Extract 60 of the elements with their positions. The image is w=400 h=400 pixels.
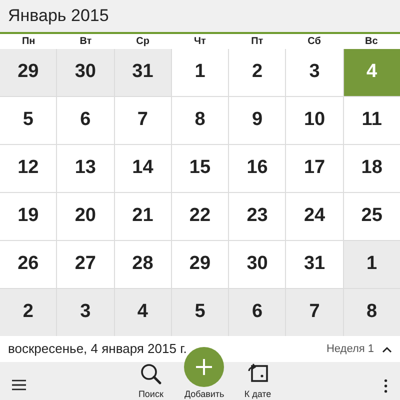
day-cell[interactable]: 20 [57,193,114,240]
more-icon[interactable] [384,378,388,394]
selected-date: воскресенье, 4 января 2015 г. [8,340,187,358]
search-button[interactable]: Поиск [124,362,178,400]
search-icon [138,362,163,386]
day-cell[interactable]: 23 [229,193,286,240]
day-cell[interactable]: 1 [172,49,228,96]
month-title: Январь 2015 [8,5,109,28]
add-label: Добавить [184,388,224,400]
day-cell[interactable]: 3 [57,289,114,336]
day-cell[interactable]: 18 [344,145,400,192]
weekday-label: Сб [306,35,322,49]
day-cell[interactable]: 15 [172,145,228,192]
day-cell[interactable]: 5 [0,97,56,144]
day-cell[interactable]: 17 [286,145,343,192]
add-button[interactable] [184,347,224,387]
day-cell[interactable]: 4 [114,289,171,336]
day-cell[interactable]: 21 [114,193,171,240]
day-cell[interactable]: 26 [0,241,56,288]
day-cell[interactable]: 28 [114,241,171,288]
plus-icon [194,357,214,377]
day-cell[interactable]: 3 [286,49,343,96]
chevron-up-icon[interactable] [382,346,392,352]
day-cell[interactable]: 8 [344,289,400,336]
day-cell[interactable]: 29 [0,49,56,96]
day-cell[interactable]: 2 [0,289,56,336]
weekday-label: Пн [20,35,36,49]
day-cell[interactable]: 25 [344,193,400,240]
day-cell[interactable]: 31 [114,49,171,96]
day-cell[interactable]: 22 [172,193,228,240]
day-cell[interactable]: 29 [172,241,228,288]
day-cell[interactable]: 16 [229,145,286,192]
day-cell[interactable]: 6 [229,289,286,336]
day-cell[interactable]: 19 [0,193,56,240]
day-cell[interactable]: 10 [286,97,343,144]
weekday-label: Чт [193,35,207,49]
day-cell[interactable]: 11 [344,97,400,144]
day-cell[interactable]: 27 [57,241,114,288]
day-cell[interactable]: 8 [172,97,228,144]
menu-icon[interactable] [12,378,26,392]
day-cell[interactable]: 14 [114,145,171,192]
day-cell[interactable]: 30 [229,241,286,288]
go-to-date-button[interactable]: К дате [231,362,284,400]
weekday-label: Вт [78,35,93,49]
day-cell[interactable]: 24 [286,193,343,240]
weekday-label: Вс [364,35,379,49]
day-cell[interactable]: 7 [114,97,171,144]
weekday-label: Пт [250,35,264,49]
day-cell[interactable]: 7 [286,289,343,336]
day-cell[interactable]: 6 [57,97,114,144]
day-cell[interactable]: 30 [57,49,114,96]
day-cell[interactable]: 9 [229,97,286,144]
day-cell[interactable]: 31 [286,241,343,288]
weekday-label: Ср [135,35,151,49]
day-cell[interactable]: 1 [344,241,400,288]
day-cell[interactable]: 2 [229,49,286,96]
day-cell[interactable]: 13 [57,145,114,192]
day-cell[interactable]: 12 [0,145,56,192]
day-cell[interactable]: 5 [172,289,228,336]
week-number: Неделя 1 [326,342,374,357]
